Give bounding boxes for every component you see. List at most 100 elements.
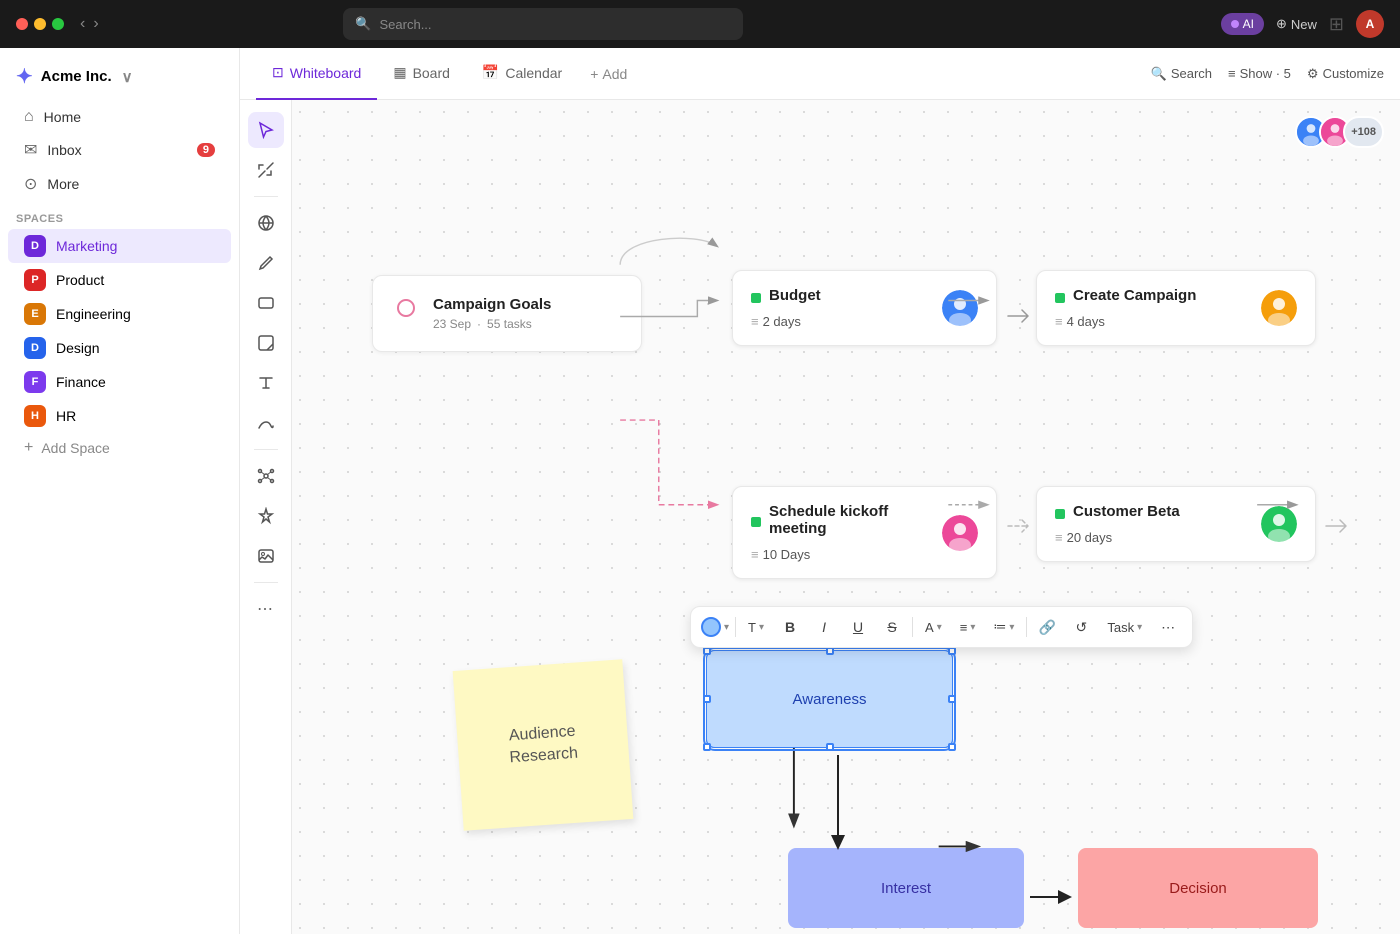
image-tool[interactable] [248, 538, 284, 574]
new-label: New [1291, 17, 1317, 32]
search-action[interactable]: 🔍 Search [1151, 66, 1212, 82]
sidebar-item-finance[interactable]: F Finance [8, 365, 231, 399]
budget-title: Budget [769, 287, 821, 304]
tab-calendar[interactable]: 📅 Calendar [466, 48, 578, 100]
sidebar-item-more[interactable]: ⊙ More [8, 167, 231, 201]
product-label: Product [56, 272, 104, 288]
link-button[interactable]: 🔗 [1033, 613, 1061, 641]
sparkle-tool[interactable] [248, 498, 284, 534]
handle-tm[interactable] [826, 647, 834, 655]
rect-tool[interactable] [248, 285, 284, 321]
logo[interactable]: ✦ Acme Inc. ∨ [0, 56, 239, 101]
sidebar-item-design[interactable]: D Design [8, 331, 231, 365]
text-color-dropdown[interactable]: A ▾ [919, 616, 948, 639]
sidebar-item-marketing[interactable]: D Marketing [8, 229, 231, 263]
sidebar-item-home[interactable]: ⌂ Home [8, 101, 231, 133]
calendar-tab-icon: 📅 [482, 64, 499, 81]
handle-bm[interactable] [826, 743, 834, 751]
create-campaign-card[interactable]: Create Campaign ≡ 4 days [1036, 270, 1316, 346]
whiteboard-tab-icon: ⊡ [272, 64, 284, 81]
bold-button[interactable]: B [776, 613, 804, 641]
board-tab-label: Board [413, 65, 450, 81]
topbar: ‹ › 🔍 Search... AI ⊕ New ⊞ A [0, 0, 1400, 48]
font-color-chevron: ▾ [937, 622, 942, 633]
awareness-shape[interactable]: Awareness [707, 651, 952, 747]
user-avatar[interactable]: A [1356, 10, 1384, 38]
logo-icon: ✦ [16, 64, 33, 89]
color-chevron[interactable]: ▾ [724, 622, 729, 633]
sidebar-item-engineering[interactable]: E Engineering [8, 297, 231, 331]
handle-tl[interactable] [703, 647, 711, 655]
campaign-goals-title: Campaign Goals [433, 296, 551, 313]
text-tool[interactable] [248, 365, 284, 401]
forward-button[interactable]: › [93, 15, 98, 33]
handle-br[interactable] [948, 743, 956, 751]
list-dropdown[interactable]: ≔ ▾ [987, 615, 1020, 639]
wb-content: +108 [292, 100, 1400, 934]
sidebar-item-inbox[interactable]: ✉ Inbox 9 [8, 133, 231, 167]
task-label: Task [1107, 620, 1134, 635]
decision-shape[interactable]: Decision [1078, 848, 1318, 928]
add-space-button[interactable]: + Add Space [8, 433, 231, 463]
italic-button[interactable]: I [810, 613, 838, 641]
network-tool[interactable] [248, 458, 284, 494]
sidebar-item-product[interactable]: P Product [8, 263, 231, 297]
schedule-kickoff-card[interactable]: Schedule kickoff meeting ≡ 10 Days [732, 486, 997, 579]
kickoff-status [751, 517, 761, 527]
ai-button[interactable]: AI [1221, 13, 1264, 35]
tab-add-button[interactable]: + Add [578, 48, 639, 100]
awareness-container[interactable]: Awareness [707, 651, 952, 747]
font-color-icon: A [925, 620, 934, 635]
select-tool[interactable] [248, 112, 284, 148]
new-button[interactable]: ⊕ New [1276, 16, 1317, 32]
kickoff-days-label: 10 Days [763, 547, 811, 562]
budget-card[interactable]: Budget ≡ 2 days [732, 270, 997, 346]
avatar-count: +108 [1343, 116, 1384, 148]
more-icon: ⊙ [24, 174, 37, 194]
toolbar-separator-1 [254, 196, 278, 197]
list-icon: ≡ [751, 314, 759, 329]
customer-beta-days: ≡ 20 days [1055, 530, 1253, 545]
color-picker[interactable] [701, 617, 721, 637]
list-icon-2: ≡ [1055, 314, 1063, 329]
customer-beta-card[interactable]: Customer Beta ≡ 20 days [1036, 486, 1316, 562]
align-dropdown[interactable]: ≡ ▾ [954, 616, 982, 639]
plus-icon: ⊕ [1276, 16, 1287, 32]
handle-tr[interactable] [948, 647, 956, 655]
pen-tool[interactable] [248, 245, 284, 281]
more-options-button[interactable]: ⋯ [1154, 613, 1182, 641]
handle-bl[interactable] [703, 743, 711, 751]
minimize-dot[interactable] [34, 18, 46, 30]
tab-whiteboard[interactable]: ⊡ Whiteboard [256, 48, 377, 100]
maximize-dot[interactable] [52, 18, 64, 30]
customize-action[interactable]: ⚙ Customize [1307, 66, 1384, 82]
interest-label: Interest [881, 880, 931, 897]
task-dropdown[interactable]: Task ▾ [1101, 616, 1148, 639]
apps-icon[interactable]: ⊞ [1329, 14, 1344, 35]
globe-tool[interactable] [248, 205, 284, 241]
draw-tool[interactable] [248, 405, 284, 441]
back-button[interactable]: ‹ [80, 15, 85, 33]
campaign-goals-card[interactable]: Campaign Goals 23 Sep · 55 tasks [372, 275, 642, 352]
refresh-button[interactable]: ↺ [1067, 613, 1095, 641]
sidebar-item-hr[interactable]: H HR [8, 399, 231, 433]
budget-days-label: 2 days [763, 314, 801, 329]
audience-research-sticky[interactable]: Audience Research [453, 659, 634, 830]
strikethrough-button[interactable]: S [878, 613, 906, 641]
close-dot[interactable] [16, 18, 28, 30]
font-size-dropdown[interactable]: T ▾ [742, 616, 770, 639]
global-search[interactable]: 🔍 Search... [343, 8, 743, 40]
handle-ml[interactable] [703, 695, 711, 703]
campaign-goals-tasks: 55 tasks [487, 317, 532, 331]
tab-board[interactable]: ▦ Board [377, 48, 466, 100]
whiteboard[interactable]: ⋯ +108 [240, 100, 1400, 934]
whiteboard-tab-label: Whiteboard [290, 65, 362, 81]
more-tools[interactable]: ⋯ [248, 591, 284, 627]
show-action[interactable]: ≡ Show · 5 [1228, 66, 1291, 81]
align-icon: ≡ [960, 620, 968, 635]
campaign-goals-meta: 23 Sep · 55 tasks [433, 317, 551, 331]
handle-mr[interactable] [948, 695, 956, 703]
underline-button[interactable]: U [844, 613, 872, 641]
connector-tool[interactable] [248, 152, 284, 188]
sticky-tool[interactable] [248, 325, 284, 361]
